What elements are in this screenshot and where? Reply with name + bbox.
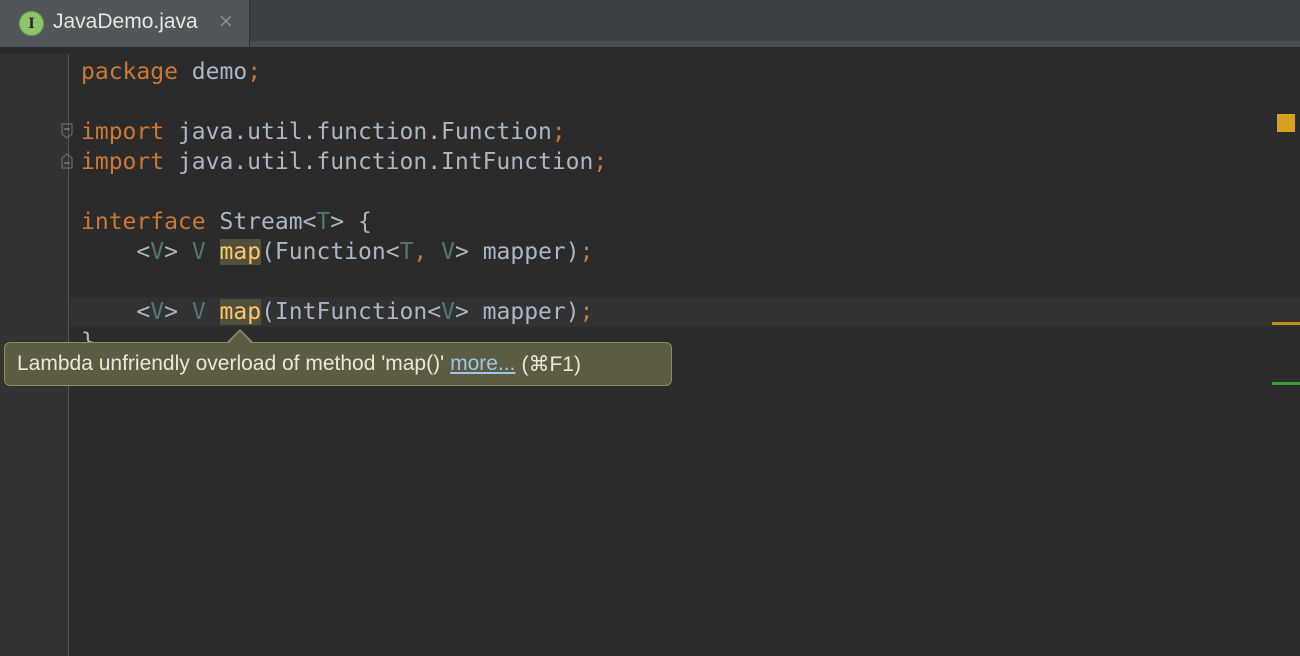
type-param: V (441, 299, 455, 325)
code-line-7: <V> V map(Function<T, V> mapper); (81, 237, 593, 267)
params: (Function< (261, 239, 400, 265)
type-param: V (150, 299, 165, 325)
keyword: import (81, 119, 165, 145)
brace: > { (330, 209, 372, 235)
keyword: import (81, 149, 165, 175)
semicolon: ; (247, 59, 262, 85)
close-icon[interactable]: × (218, 10, 234, 32)
type-param: T (316, 209, 331, 235)
comma: , (413, 239, 428, 265)
punct: > (164, 299, 192, 325)
interface-name: Stream< (205, 209, 317, 235)
params: > mapper) (455, 239, 580, 265)
interface-icon: I (19, 11, 44, 36)
inspection-tooltip: Lambda unfriendly overload of method 'ma… (4, 329, 672, 386)
keyword: package (81, 59, 178, 85)
code-line-1: package demo; (81, 57, 261, 87)
type-param: V (441, 239, 455, 265)
tooltip-shortcut: (⌘F1) (521, 352, 581, 376)
keyword: interface (81, 209, 206, 235)
code-line-6: interface Stream<T> { (81, 207, 372, 237)
fold-start-icon[interactable] (61, 123, 73, 139)
method-name-highlight[interactable]: map (219, 239, 262, 265)
code-line-4: import java.util.function.IntFunction; (81, 147, 607, 177)
tab-javademo[interactable]: I JavaDemo.java × (0, 0, 250, 47)
caret-stripe-marker[interactable] (1272, 382, 1300, 385)
semicolon: ; (579, 239, 594, 265)
code-text[interactable]: package demo; import java.util.function.… (81, 54, 607, 504)
type-param: V (150, 239, 165, 265)
params: > mapper) (454, 299, 580, 325)
type-param: V (191, 299, 206, 325)
punct: > (164, 239, 192, 265)
method-name-highlight[interactable]: map (219, 299, 262, 325)
punct: < (81, 239, 151, 265)
code-line-3: import java.util.function.Function; (81, 117, 566, 147)
code-line-9: <V> V map(IntFunction<V> mapper); (81, 297, 593, 327)
tooltip-message: Lambda unfriendly overload of method 'ma… (17, 352, 445, 375)
semicolon: ; (579, 299, 594, 325)
tab-title: JavaDemo.java (53, 10, 198, 33)
package-name: demo (177, 59, 248, 85)
import-path: java.util.function.Function (164, 119, 552, 145)
semicolon: ; (593, 149, 608, 175)
params: (IntFunction< (261, 299, 442, 325)
inspection-status-icon[interactable] (1277, 114, 1295, 132)
semicolon: ; (551, 119, 566, 145)
punct: < (81, 299, 151, 325)
more-link[interactable]: more... (450, 352, 515, 376)
warning-stripe-marker[interactable] (1272, 322, 1300, 325)
editor-tab-bar: I JavaDemo.java × (0, 0, 1300, 48)
import-path: java.util.function.IntFunction (164, 149, 594, 175)
type-param: V (191, 239, 206, 265)
tooltip-arrow-fill (228, 331, 252, 344)
fold-end-icon[interactable] (61, 153, 73, 169)
type-param: T (399, 239, 414, 265)
